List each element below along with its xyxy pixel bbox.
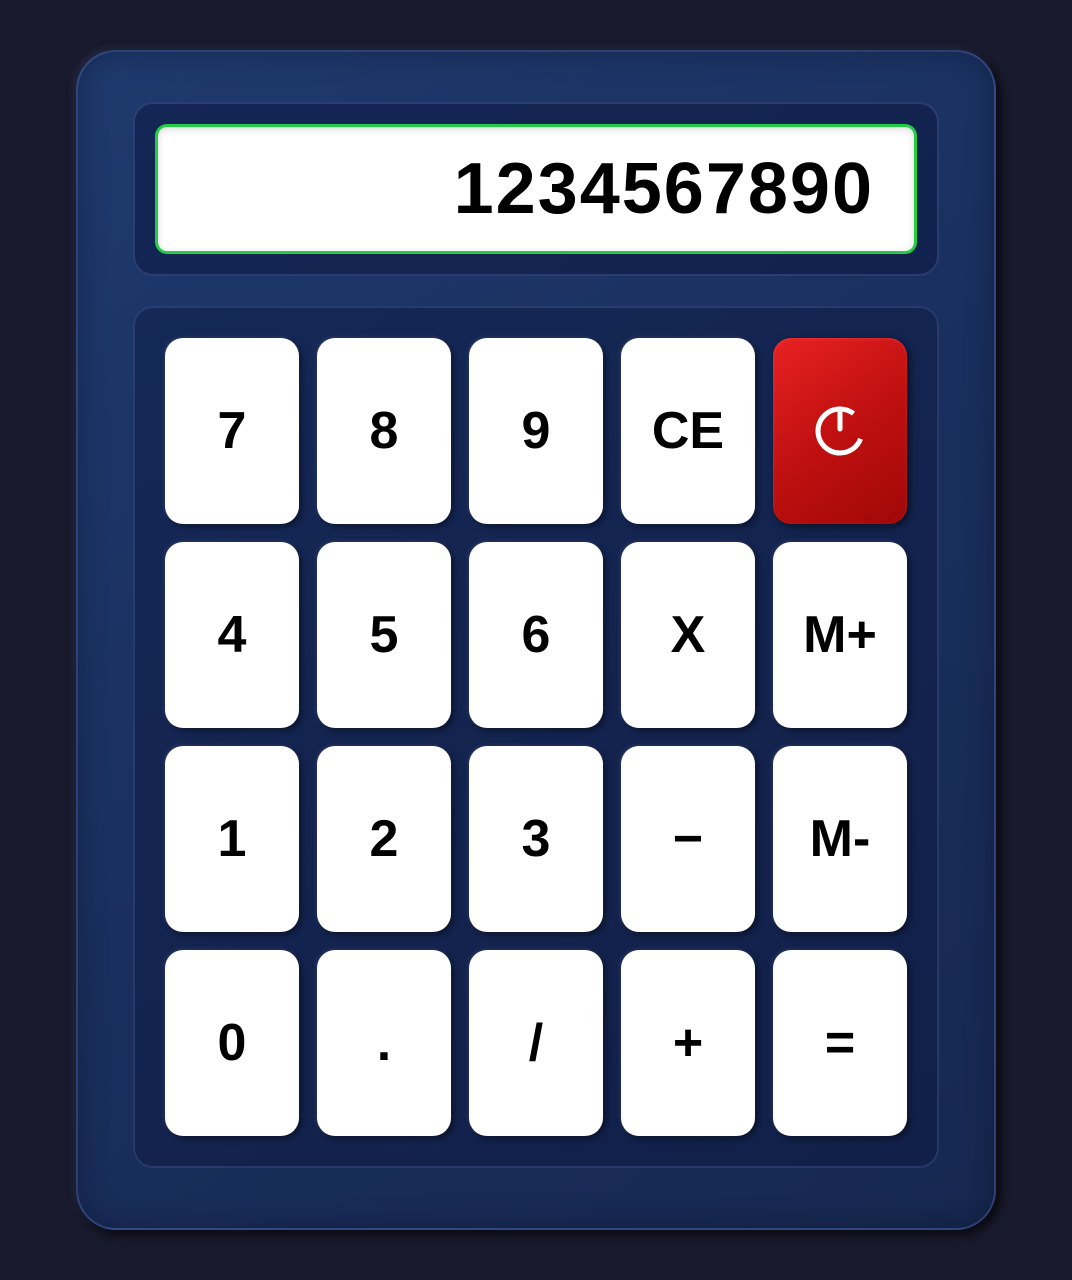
key-equals[interactable]: = bbox=[773, 950, 907, 1136]
key-7[interactable]: 7 bbox=[165, 338, 299, 524]
key-3[interactable]: 3 bbox=[469, 746, 603, 932]
display: 1234567890 bbox=[155, 124, 917, 254]
key-9[interactable]: 9 bbox=[469, 338, 603, 524]
key-m-plus[interactable]: M+ bbox=[773, 542, 907, 728]
display-wrapper: 1234567890 bbox=[133, 102, 939, 276]
calculator: 1234567890 7 8 9 CE 4 5 6 X M+ 1 bbox=[76, 50, 996, 1230]
key-add[interactable]: + bbox=[621, 950, 755, 1136]
key-6[interactable]: 6 bbox=[469, 542, 603, 728]
key-4[interactable]: 4 bbox=[165, 542, 299, 728]
key-ce[interactable]: CE bbox=[621, 338, 755, 524]
key-2[interactable]: 2 bbox=[317, 746, 451, 932]
key-m-minus[interactable]: M- bbox=[773, 746, 907, 932]
key-multiply[interactable]: X bbox=[621, 542, 755, 728]
key-subtract[interactable]: − bbox=[621, 746, 755, 932]
key-1[interactable]: 1 bbox=[165, 746, 299, 932]
key-power[interactable] bbox=[773, 338, 907, 524]
key-0[interactable]: 0 bbox=[165, 950, 299, 1136]
key-5[interactable]: 5 bbox=[317, 542, 451, 728]
key-row-3: 1 2 3 − M- bbox=[165, 746, 907, 932]
key-row-1: 7 8 9 CE bbox=[165, 338, 907, 524]
keypad: 7 8 9 CE 4 5 6 X M+ 1 2 3 − M- bbox=[133, 306, 939, 1168]
key-divide[interactable]: / bbox=[469, 950, 603, 1136]
key-row-4: 0 . / + = bbox=[165, 950, 907, 1136]
key-8[interactable]: 8 bbox=[317, 338, 451, 524]
display-value: 1234567890 bbox=[454, 148, 874, 230]
power-icon bbox=[810, 401, 870, 461]
key-decimal[interactable]: . bbox=[317, 950, 451, 1136]
key-row-2: 4 5 6 X M+ bbox=[165, 542, 907, 728]
